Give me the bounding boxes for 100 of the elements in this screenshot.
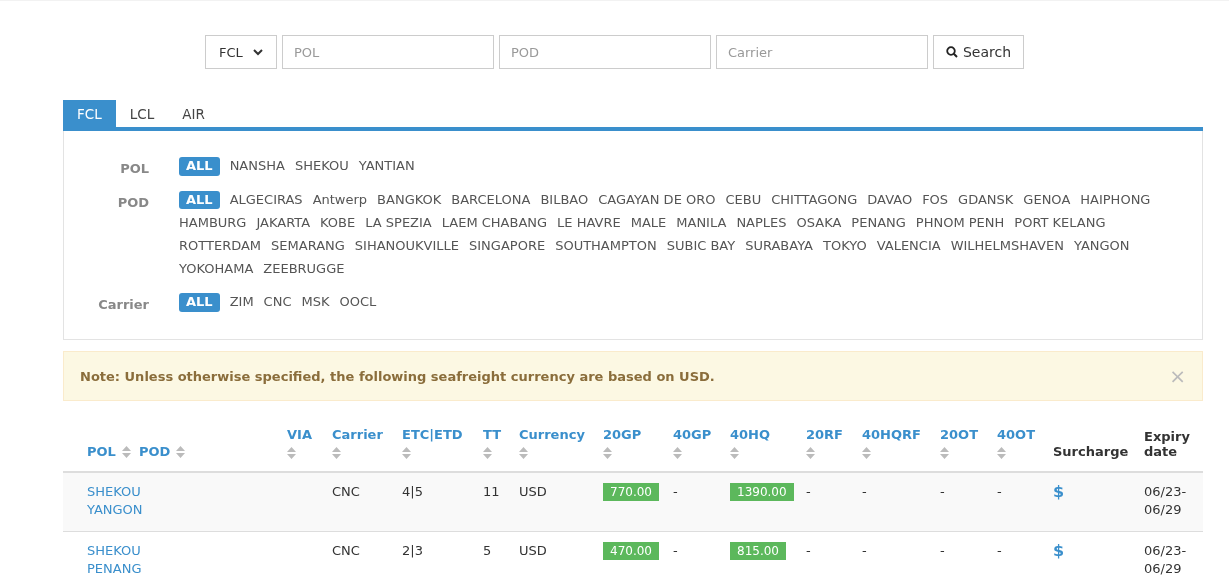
column-header[interactable]: TT xyxy=(483,425,503,444)
filter-option[interactable]: KOBE xyxy=(320,214,356,232)
column-header[interactable]: 20RF xyxy=(806,425,846,444)
table-cell: 4|5 xyxy=(402,484,423,499)
filter-option[interactable]: OOCL xyxy=(339,293,377,312)
filter-option[interactable]: NAPLES xyxy=(736,214,787,232)
column-header[interactable]: POD xyxy=(138,444,171,459)
filter-option[interactable]: YOKOHAMA xyxy=(179,260,254,278)
filter-option[interactable]: WILHELMSHAVEN xyxy=(950,237,1064,255)
sort-icon[interactable] xyxy=(287,447,296,459)
filter-option[interactable]: CHITTAGONG xyxy=(771,191,858,209)
search-field[interactable]: POD xyxy=(498,35,711,69)
filter-option[interactable]: Antwerp xyxy=(312,191,368,209)
filter-option[interactable]: ALGECIRAS xyxy=(229,191,303,209)
filter-option[interactable]: YANTIAN xyxy=(358,157,415,176)
pod-link[interactable]: PENANG xyxy=(87,560,271,575)
filter-option[interactable]: FOS xyxy=(922,191,949,209)
filter-option[interactable]: CNC xyxy=(263,293,292,312)
filter-option[interactable]: LAEM CHABANG xyxy=(441,214,548,232)
column-header: Expiry date xyxy=(1144,429,1190,459)
surcharge-link[interactable]: $ xyxy=(1053,541,1065,560)
sort-icon[interactable] xyxy=(862,447,871,459)
filter-option[interactable]: VALENCIA xyxy=(876,237,941,255)
search-button[interactable]: Search xyxy=(932,35,1025,69)
column-header[interactable]: 40GP xyxy=(673,425,714,444)
column-header[interactable]: Currency xyxy=(519,425,587,444)
column-header[interactable]: ETC|ETD xyxy=(402,425,467,444)
column-header[interactable]: 20OT xyxy=(940,425,981,444)
filter-option[interactable]: ALL xyxy=(179,293,220,312)
table-cell: - xyxy=(673,484,678,499)
table-cell: - xyxy=(940,543,945,558)
price-badge: 1390.00 xyxy=(730,483,794,501)
search-field[interactable]: Carrier xyxy=(715,35,928,69)
filter-option[interactable]: MANILA xyxy=(676,214,727,232)
filter-option[interactable]: LE HAVRE xyxy=(557,214,621,232)
filter-option[interactable]: SURABAYA xyxy=(745,237,813,255)
filter-option[interactable]: DAVAO xyxy=(867,191,913,209)
filter-option[interactable]: PORT KELANG xyxy=(1014,214,1106,232)
filter-option[interactable]: PHNOM PENH xyxy=(915,214,1005,232)
filter-option[interactable]: JAKARTA xyxy=(256,214,311,232)
sort-icon[interactable] xyxy=(997,447,1006,459)
filter-option[interactable]: BARCELONA xyxy=(451,191,531,209)
filter-option[interactable]: ZIM xyxy=(229,293,254,312)
filter-option[interactable]: BANGKOK xyxy=(377,191,442,209)
mode-select[interactable]: FCL xyxy=(204,35,277,69)
filter-option[interactable]: CEBU xyxy=(725,191,762,209)
filter-option[interactable]: CAGAYAN DE ORO xyxy=(598,191,716,209)
sort-icon[interactable] xyxy=(730,447,739,459)
filter-option[interactable]: MSK xyxy=(301,293,330,312)
column-header[interactable]: Carrier xyxy=(332,425,386,444)
tab[interactable]: LCL xyxy=(115,100,169,127)
filter-option[interactable]: ROTTERDAM xyxy=(179,237,262,255)
sort-icon[interactable] xyxy=(673,447,682,459)
pol-link[interactable]: SHEKOU xyxy=(87,542,271,560)
tab[interactable]: FCL xyxy=(63,100,116,127)
price-badge: 815.00 xyxy=(730,542,786,560)
search-field[interactable]: POL xyxy=(281,35,494,69)
sort-icon[interactable] xyxy=(176,445,186,458)
filter-option[interactable]: PENANG xyxy=(851,214,906,232)
column-header[interactable]: 20GP xyxy=(603,425,657,444)
table-cell: USD xyxy=(519,543,547,558)
table-cell: - xyxy=(862,543,867,558)
filter-option[interactable]: HAMBURG xyxy=(179,214,247,232)
column-header[interactable]: 40OT xyxy=(997,425,1037,444)
sort-icon[interactable] xyxy=(806,447,815,459)
filter-option[interactable]: NANSHA xyxy=(229,157,285,176)
filter-option[interactable]: SIHANOUKVILLE xyxy=(354,237,460,255)
filter-option[interactable]: SHEKOU xyxy=(294,157,349,176)
filter-option[interactable]: ALL xyxy=(179,157,220,176)
filter-option[interactable]: LA SPEZIA xyxy=(365,214,432,232)
filter-option[interactable]: YANGON xyxy=(1073,237,1130,255)
filter-option[interactable]: SOUTHAMPTON xyxy=(555,237,657,255)
filter-option[interactable]: MALE xyxy=(630,214,667,232)
filter-option[interactable]: GDANSK xyxy=(958,191,1014,209)
sort-icon[interactable] xyxy=(402,447,411,459)
filter-option[interactable]: HAIPHONG xyxy=(1080,191,1151,209)
filter-option[interactable]: SUBIC BAY xyxy=(666,237,736,255)
column-header[interactable]: POL xyxy=(87,444,116,459)
sort-icon[interactable] xyxy=(332,447,341,459)
search-icon xyxy=(945,46,958,58)
sort-icon[interactable] xyxy=(121,445,131,458)
column-header[interactable]: 40HQRF xyxy=(862,425,924,444)
filter-option[interactable]: GENOA xyxy=(1023,191,1071,209)
filter-option[interactable]: ZEEBRUGGE xyxy=(263,260,345,278)
filter-label: POL xyxy=(119,160,150,176)
sort-icon[interactable] xyxy=(603,447,612,459)
filter-option[interactable]: BILBAO xyxy=(540,191,589,209)
tab[interactable]: AIR xyxy=(168,100,219,127)
filter-option[interactable]: TOKYO xyxy=(823,237,867,255)
table-cell: CNC xyxy=(332,484,360,499)
column-header[interactable]: 40HQ xyxy=(730,425,790,444)
table-cell: - xyxy=(940,484,945,499)
sort-icon[interactable] xyxy=(483,447,492,459)
filter-option[interactable]: SEMARANG xyxy=(271,237,345,255)
filter-option[interactable]: SINGAPORE xyxy=(469,237,546,255)
sort-icon[interactable] xyxy=(519,447,528,459)
filter-option[interactable]: OSAKA xyxy=(796,214,842,232)
filter-option[interactable]: ALL xyxy=(179,191,220,209)
column-header[interactable]: VIA xyxy=(287,425,316,444)
sort-icon[interactable] xyxy=(940,447,949,459)
